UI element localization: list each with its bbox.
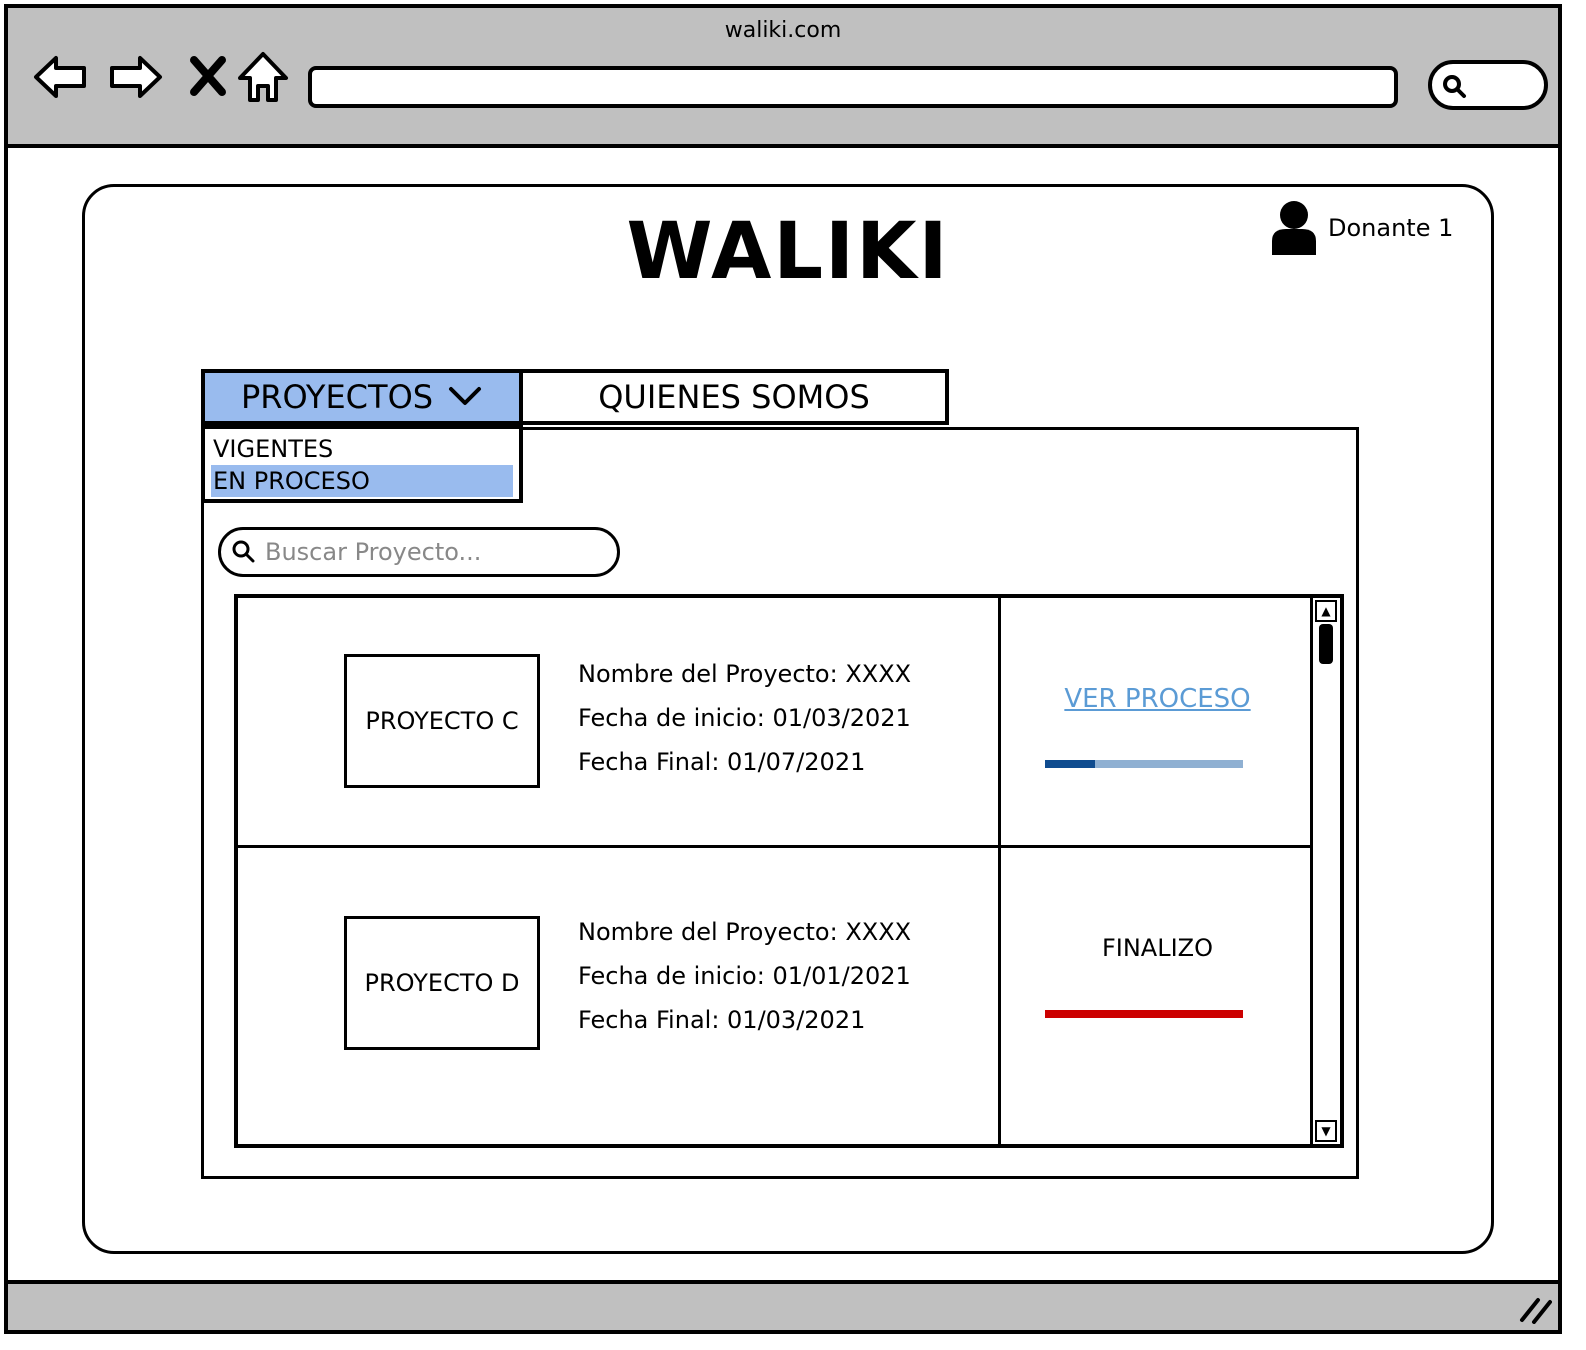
- project-name: Nombre del Proyecto: XXXX: [578, 660, 912, 688]
- resize-handle-icon[interactable]: [1518, 1294, 1552, 1324]
- main-nav-tabs: PROYECTOS QUIENES SOMOS: [201, 369, 949, 425]
- project-info: Nombre del Proyecto: XXXX Fecha de inici…: [578, 910, 911, 1042]
- browser-window: waliki.com WALIKI Donante 1 Buscar Proye…: [4, 4, 1562, 1334]
- user-icon: [1272, 201, 1316, 255]
- progress-bar: [1045, 760, 1243, 768]
- scroll-down-button[interactable]: ▼: [1315, 1120, 1337, 1142]
- user-name: Donante 1: [1328, 214, 1454, 242]
- list-scrollbar[interactable]: ▲ ▼: [1310, 598, 1340, 1144]
- list-item: PROYECTO C Nombre del Proyecto: XXXX Fec…: [238, 598, 1314, 848]
- project-thumbnail[interactable]: PROYECTO C: [344, 654, 540, 788]
- finished-bar: [1045, 1010, 1243, 1018]
- search-icon: [1443, 75, 1466, 98]
- back-icon[interactable]: [32, 48, 90, 106]
- scroll-up-button[interactable]: ▲: [1315, 600, 1337, 622]
- view-process-link[interactable]: VER PROCESO: [1001, 684, 1314, 714]
- proyectos-dropdown-menu: VIGENTES EN PROCESO: [201, 425, 523, 503]
- page-container: WALIKI Donante 1 PROYECTO C Nombr: [82, 184, 1494, 1254]
- project-search[interactable]: [218, 527, 620, 577]
- project-start-date: Fecha de inicio: 01/01/2021: [578, 962, 911, 990]
- forward-icon[interactable]: [106, 48, 164, 106]
- project-info: Nombre del Proyecto: XXXX Fecha de inici…: [578, 652, 911, 784]
- chevron-down-icon: [449, 387, 482, 405]
- tab-label: QUIENES SOMOS: [598, 378, 870, 416]
- tab-label: PROYECTOS: [240, 378, 434, 416]
- scroll-thumb[interactable]: [1319, 624, 1333, 664]
- content-panel: PROYECTO C Nombre del Proyecto: XXXX Fec…: [201, 427, 1359, 1179]
- browser-status-bar: [8, 1280, 1558, 1330]
- progress-bar-fill: [1045, 760, 1095, 768]
- tab-quienes-somos[interactable]: QUIENES SOMOS: [523, 369, 949, 425]
- column-divider: [998, 598, 1001, 1144]
- project-end-date: Fecha Final: 01/03/2021: [578, 1006, 866, 1034]
- list-item: PROYECTO D Nombre del Proyecto: XXXX Fec…: [238, 848, 1314, 1098]
- close-icon[interactable]: [180, 48, 238, 106]
- project-end-date: Fecha Final: 01/07/2021: [578, 748, 866, 776]
- project-status-cell: FINALIZO: [1001, 848, 1314, 1098]
- browser-search-box[interactable]: [1428, 60, 1548, 110]
- browser-chrome: waliki.com: [8, 8, 1558, 148]
- project-name: Nombre del Proyecto: XXXX: [578, 918, 912, 946]
- menu-item-vigentes[interactable]: VIGENTES: [211, 433, 513, 465]
- menu-item-en-proceso[interactable]: EN PROCESO: [211, 465, 513, 497]
- search-icon: [232, 540, 255, 563]
- project-list: PROYECTO C Nombre del Proyecto: XXXX Fec…: [234, 594, 1344, 1148]
- user-account[interactable]: Donante 1: [1270, 199, 1453, 257]
- tab-proyectos[interactable]: PROYECTOS: [201, 369, 523, 425]
- home-icon[interactable]: [234, 48, 292, 106]
- project-thumbnail[interactable]: PROYECTO D: [344, 916, 540, 1050]
- project-start-date: Fecha de inicio: 01/03/2021: [578, 704, 911, 732]
- project-status-cell: VER PROCESO: [1001, 598, 1314, 848]
- browser-title: waliki.com: [724, 18, 842, 43]
- address-bar[interactable]: [308, 66, 1398, 108]
- search-input[interactable]: [265, 538, 595, 566]
- finished-status: FINALIZO: [1101, 934, 1214, 962]
